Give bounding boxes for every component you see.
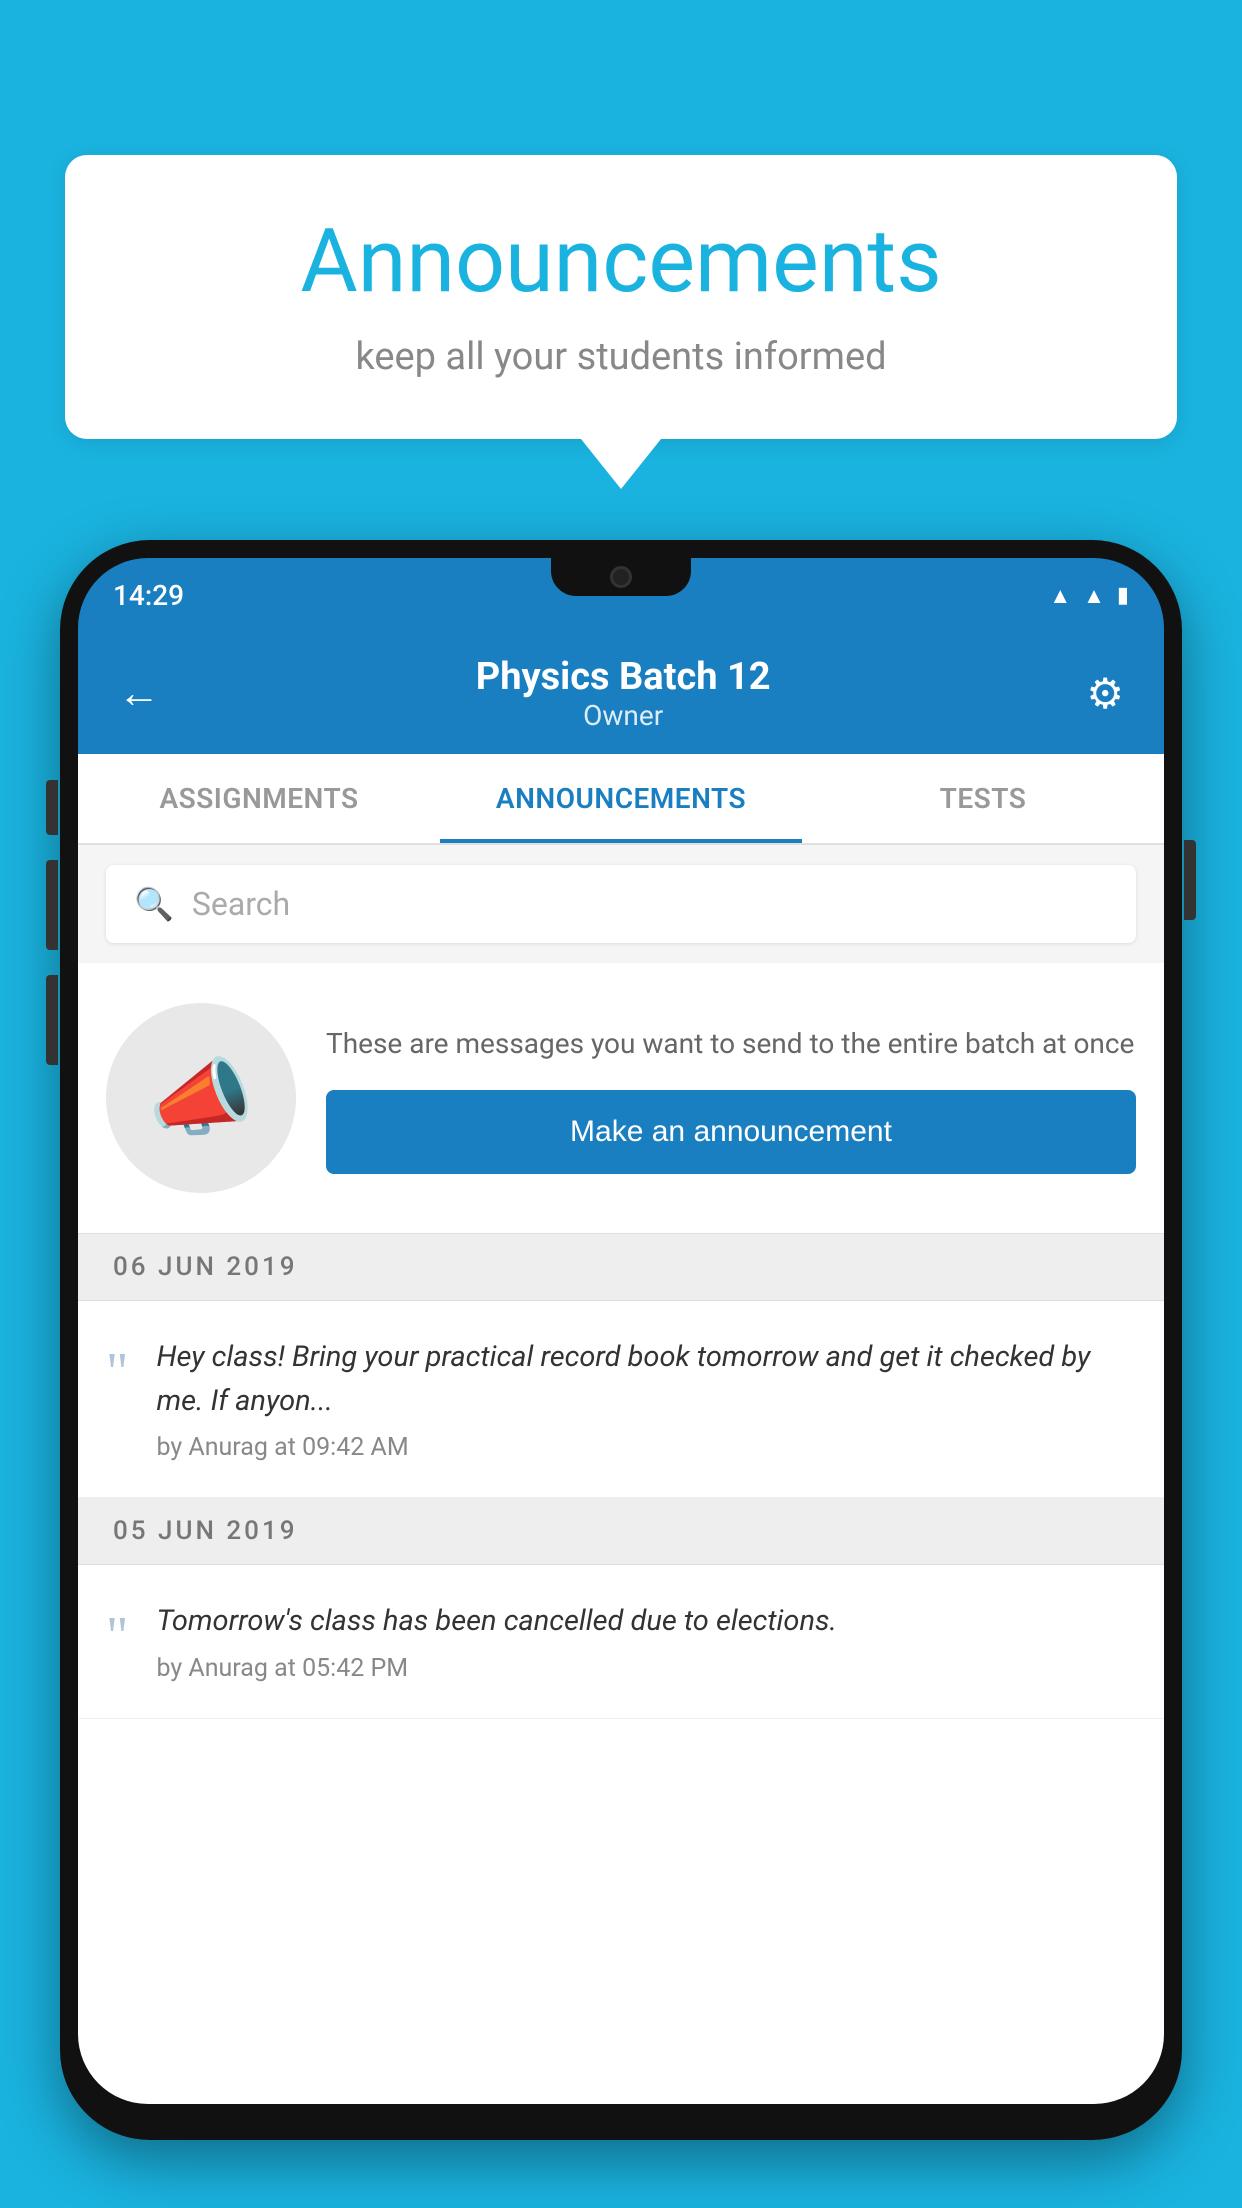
quote-icon-2: " xyxy=(106,1600,128,1663)
tabs-bar: ASSIGNMENTS ANNOUNCEMENTS TESTS xyxy=(78,754,1164,845)
silent-button xyxy=(46,975,58,1065)
header-title: Physics Batch 12 xyxy=(476,655,771,699)
announcement-item-2: " Tomorrow's class has been cancelled du… xyxy=(78,1565,1164,1719)
front-camera xyxy=(610,566,632,588)
megaphone-icon: 📣 xyxy=(148,1048,254,1148)
quote-icon-1: " xyxy=(106,1336,128,1399)
status-time: 14:29 xyxy=(113,579,184,612)
announcement-item-1: " Hey class! Bring your practical record… xyxy=(78,1301,1164,1498)
announcement-text-2: Tomorrow's class has been cancelled due … xyxy=(156,1600,1136,1644)
header-title-block: Physics Batch 12 Owner xyxy=(476,655,771,732)
speech-bubble: Announcements keep all your students inf… xyxy=(65,155,1177,439)
search-bar[interactable]: 🔍 Search xyxy=(106,865,1136,943)
tab-announcements[interactable]: ANNOUNCEMENTS xyxy=(440,754,802,843)
announcement-content-2: Tomorrow's class has been cancelled due … xyxy=(156,1600,1136,1683)
phone-screen: ← Physics Batch 12 Owner ⚙ ASSIGNMENTS A… xyxy=(78,633,1164,2104)
make-announcement-button[interactable]: Make an announcement xyxy=(326,1090,1136,1174)
tab-tests[interactable]: TESTS xyxy=(802,754,1164,843)
announcement-icon-circle: 📣 xyxy=(106,1003,296,1193)
signal-icon: ▲ xyxy=(1083,583,1105,609)
settings-button[interactable]: ⚙ xyxy=(1086,669,1124,719)
wifi-icon: ▲ xyxy=(1049,583,1071,609)
announcement-right: These are messages you want to send to t… xyxy=(326,1023,1136,1174)
search-container: 🔍 Search xyxy=(78,845,1164,963)
volume-down-button xyxy=(46,860,58,950)
speech-bubble-container: Announcements keep all your students inf… xyxy=(65,155,1177,489)
app-header: ← Physics Batch 12 Owner ⚙ xyxy=(78,633,1164,754)
announcement-meta-1: by Anurag at 09:42 AM xyxy=(156,1433,1136,1462)
power-button xyxy=(1184,840,1196,920)
phone-frame: 14:29 ▲ ▲ ▮ ← Physics Batch 12 Owner ⚙ xyxy=(60,540,1182,2140)
status-bar: 14:29 ▲ ▲ ▮ xyxy=(78,558,1164,633)
announcement-prompt: 📣 These are messages you want to send to… xyxy=(78,963,1164,1234)
tab-assignments[interactable]: ASSIGNMENTS xyxy=(78,754,440,843)
search-icon: 🔍 xyxy=(134,885,174,923)
battery-icon: ▮ xyxy=(1117,583,1129,608)
search-input-placeholder[interactable]: Search xyxy=(192,885,290,923)
announcement-meta-2: by Anurag at 05:42 PM xyxy=(156,1654,1136,1683)
status-icons: ▲ ▲ ▮ xyxy=(1049,583,1129,609)
phone-container: 14:29 ▲ ▲ ▮ ← Physics Batch 12 Owner ⚙ xyxy=(60,540,1182,2208)
date-separator-2: 05 JUN 2019 xyxy=(78,1498,1164,1565)
announcement-content-1: Hey class! Bring your practical record b… xyxy=(156,1336,1136,1462)
back-button[interactable]: ← xyxy=(118,669,160,718)
phone-notch xyxy=(551,558,691,596)
announcement-description: These are messages you want to send to t… xyxy=(326,1023,1136,1065)
announcement-text-1: Hey class! Bring your practical record b… xyxy=(156,1336,1136,1423)
speech-bubble-tail xyxy=(581,439,661,489)
date-separator-1: 06 JUN 2019 xyxy=(78,1234,1164,1301)
bubble-subtitle: keep all your students informed xyxy=(125,335,1117,379)
header-subtitle: Owner xyxy=(476,699,771,732)
bubble-title: Announcements xyxy=(125,210,1117,313)
volume-up-button xyxy=(46,780,58,835)
